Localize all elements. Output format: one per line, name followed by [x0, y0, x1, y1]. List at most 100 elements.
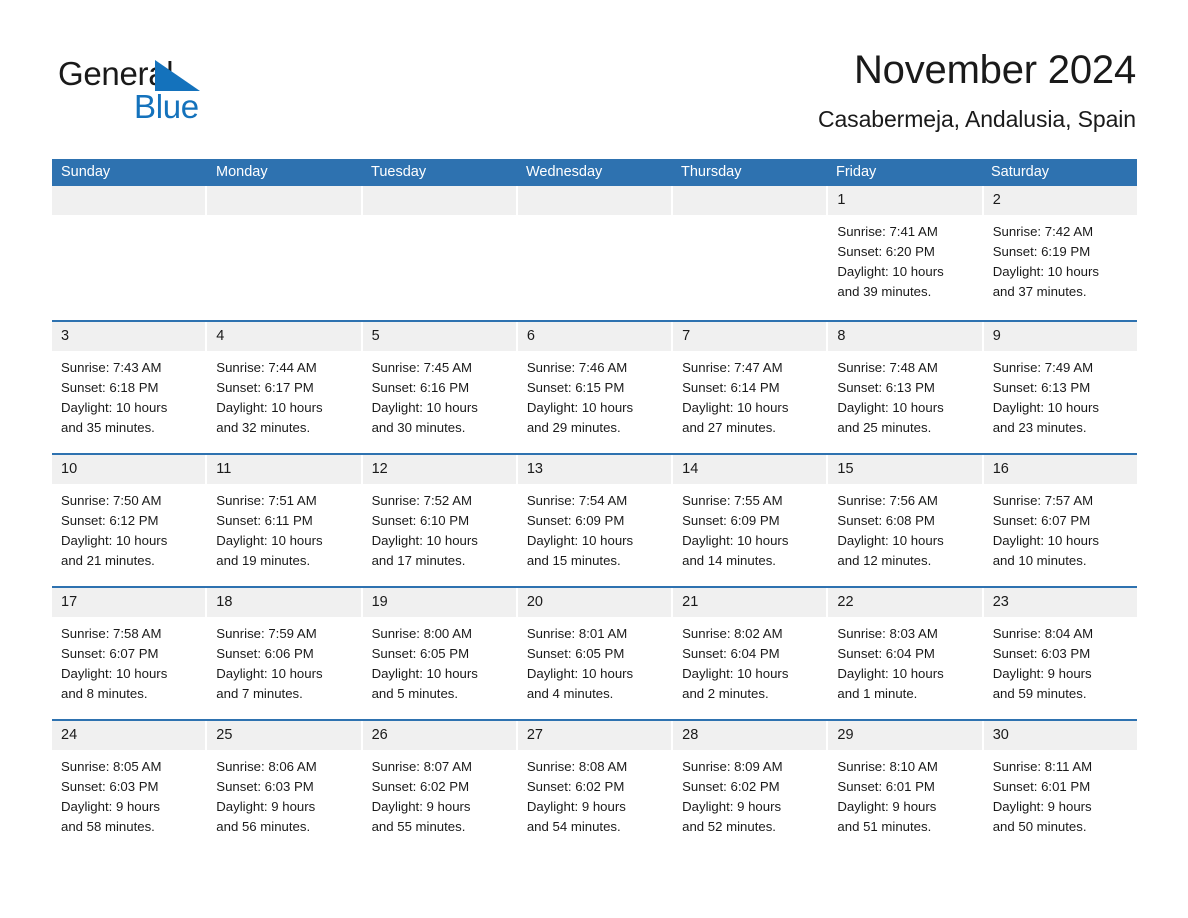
calendar-day-cell[interactable]: 22 Sunrise: 8:03 AM Sunset: 6:04 PM Dayligh…	[828, 588, 984, 719]
day-number-band: 12	[362, 455, 516, 484]
daylight-text-line2: and 12 minutes.	[837, 553, 932, 568]
calendar-day-cell[interactable]: 20 Sunrise: 8:01 AM Sunset: 6:05 PM Dayligh…	[517, 588, 674, 719]
day-number: 12	[371, 461, 388, 477]
sunset-text: Sunset: 6:08 PM	[837, 513, 935, 528]
daylight-text-line2: and 35 minutes.	[61, 420, 155, 435]
calendar-day-cell[interactable]: 18 Sunrise: 7:59 AM Sunset: 6:06 PM Dayligh…	[207, 588, 363, 719]
daylight-text-line2: and 52 minutes.	[682, 819, 776, 834]
generalblue-logo: General Blue	[58, 56, 278, 134]
daylight-text-line1: Daylight: 9 hours	[992, 666, 1092, 681]
day-details: Sunrise: 7:52 AM Sunset: 6:10 PM Daylight:…	[363, 484, 516, 571]
calendar-day-cell[interactable]: 2 Sunrise: 7:42 AM Sunset: 6:19 PM Daylight…	[983, 186, 1137, 320]
sunset-text: Sunset: 6:02 PM	[526, 779, 625, 794]
calendar-day-cell[interactable]: 30 Sunrise: 8:11 AM Sunset: 6:01 PM Dayligh…	[983, 721, 1137, 852]
calendar-day-cell[interactable]: 6 Sunrise: 7:46 AM Sunset: 6:15 PM Daylight…	[517, 322, 674, 453]
calendar-page: General Blue November 2024 Casabermeja, …	[0, 0, 1188, 918]
day-number: 14	[682, 461, 699, 477]
calendar-day-cell[interactable]: 9 Sunrise: 7:49 AM Sunset: 6:13 PM Daylight…	[983, 322, 1137, 453]
sunrise-text: Sunrise: 7:54 AM	[526, 493, 628, 508]
calendar-day-cell[interactable]: 29 Sunrise: 8:10 AM Sunset: 6:01 PM Dayligh…	[828, 721, 984, 852]
day-number: 20	[526, 594, 543, 610]
sunset-text: Sunset: 6:18 PM	[61, 380, 159, 395]
sunrise-text: Sunrise: 8:06 AM	[216, 759, 317, 774]
calendar-day-cell[interactable]: 16 Sunrise: 7:57 AM Sunset: 6:07 PM Dayligh…	[983, 455, 1137, 586]
calendar-day-cell[interactable]: 3 Sunrise: 7:43 AM Sunset: 6:18 PM Daylight…	[52, 322, 208, 453]
day-number: 28	[682, 727, 699, 743]
calendar-day-cell[interactable]: 27 Sunrise: 8:08 AM Sunset: 6:02 PM Dayligh…	[517, 721, 674, 852]
weekday-header-tuesday: Tuesday	[371, 164, 427, 180]
sunset-text: Sunset: 6:03 PM	[61, 779, 159, 794]
day-number: 6	[526, 328, 535, 344]
calendar-day-cell[interactable]: 12 Sunrise: 7:52 AM Sunset: 6:10 PM Dayligh…	[362, 455, 518, 586]
daylight-text-line1: Daylight: 9 hours	[61, 799, 160, 814]
day-number-band: 26	[362, 721, 516, 750]
day-number-band: 13	[517, 455, 672, 484]
daylight-text-line1: Daylight: 10 hours	[216, 666, 323, 681]
calendar-day-cell[interactable]: 19 Sunrise: 8:00 AM Sunset: 6:05 PM Dayligh…	[362, 588, 518, 719]
sunset-text: Sunset: 6:13 PM	[992, 380, 1091, 395]
calendar-day-cell[interactable]: 17 Sunrise: 7:58 AM Sunset: 6:07 PM Dayligh…	[52, 588, 208, 719]
calendar-week-row: 24 Sunrise: 8:05 AM Sunset: 6:03 PM Dayligh…	[52, 719, 1137, 852]
sunset-text: Sunset: 6:06 PM	[216, 646, 314, 661]
day-number-band	[52, 186, 206, 215]
sunset-text: Sunset: 6:11 PM	[216, 513, 313, 528]
calendar-day-cell[interactable]: 25 Sunrise: 8:06 AM Sunset: 6:03 PM Dayligh…	[207, 721, 363, 852]
calendar-day-cell[interactable]: 4 Sunrise: 7:44 AM Sunset: 6:17 PM Daylight…	[207, 322, 363, 453]
day-details: Sunrise: 7:41 AM Sunset: 6:20 PM Daylight:…	[828, 215, 981, 302]
day-number-band: 18	[207, 588, 361, 617]
day-details: Sunrise: 7:56 AM Sunset: 6:08 PM Daylight:…	[828, 484, 981, 571]
day-number: 11	[216, 461, 232, 477]
calendar-day-cell[interactable]: 21 Sunrise: 8:02 AM Sunset: 6:04 PM Dayligh…	[673, 588, 829, 719]
daylight-text-line1: Daylight: 10 hours	[371, 666, 478, 681]
calendar-day-cell[interactable]: 5 Sunrise: 7:45 AM Sunset: 6:16 PM Daylight…	[362, 322, 518, 453]
calendar-day-cell[interactable]: 26 Sunrise: 8:07 AM Sunset: 6:02 PM Dayligh…	[362, 721, 518, 852]
daylight-text-line2: and 59 minutes.	[992, 686, 1087, 701]
calendar-day-cell[interactable]: 8 Sunrise: 7:48 AM Sunset: 6:13 PM Daylight…	[828, 322, 984, 453]
daylight-text-line2: and 10 minutes.	[992, 553, 1087, 568]
day-details: Sunrise: 7:42 AM Sunset: 6:19 PM Daylight:…	[984, 215, 1137, 302]
logo-triangle-icon	[155, 60, 200, 91]
day-number: 2	[992, 192, 1001, 208]
sunset-text: Sunset: 6:02 PM	[682, 779, 780, 794]
calendar-day-cell[interactable]: 7 Sunrise: 7:47 AM Sunset: 6:14 PM Daylight…	[673, 322, 829, 453]
calendar-week-row: 1 Sunrise: 7:41 AM Sunset: 6:20 PM Daylight…	[52, 186, 1137, 320]
calendar-day-cell[interactable]: 28 Sunrise: 8:09 AM Sunset: 6:02 PM Dayligh…	[673, 721, 829, 852]
daylight-text-line1: Daylight: 9 hours	[526, 799, 626, 814]
calendar-day-cell[interactable]: 14 Sunrise: 7:55 AM Sunset: 6:09 PM Dayligh…	[673, 455, 829, 586]
calendar-day-cell-empty	[517, 186, 674, 320]
sunrise-text: Sunrise: 7:52 AM	[371, 493, 472, 508]
day-number-band: 10	[52, 455, 206, 484]
daylight-text-line1: Daylight: 9 hours	[371, 799, 471, 814]
sunrise-text: Sunrise: 7:41 AM	[837, 224, 938, 239]
day-details: Sunrise: 8:01 AM Sunset: 6:05 PM Daylight:…	[518, 617, 671, 704]
daylight-text-line1: Daylight: 9 hours	[992, 799, 1092, 814]
daylight-text-line1: Daylight: 10 hours	[371, 533, 478, 548]
calendar-day-cell[interactable]: 23 Sunrise: 8:04 AM Sunset: 6:03 PM Dayligh…	[983, 588, 1137, 719]
day-number-band: 28	[673, 721, 827, 750]
day-number-band: 30	[983, 721, 1137, 750]
day-details: Sunrise: 7:58 AM Sunset: 6:07 PM Daylight:…	[52, 617, 205, 704]
calendar-day-cell[interactable]: 15 Sunrise: 7:56 AM Sunset: 6:08 PM Dayligh…	[828, 455, 984, 586]
sunrise-text: Sunrise: 8:09 AM	[682, 759, 783, 774]
calendar-day-cell[interactable]: 13 Sunrise: 7:54 AM Sunset: 6:09 PM Dayligh…	[517, 455, 674, 586]
daylight-text-line2: and 19 minutes.	[216, 553, 311, 568]
sunset-text: Sunset: 6:10 PM	[371, 513, 470, 528]
sunset-text: Sunset: 6:03 PM	[216, 779, 314, 794]
day-number: 29	[837, 727, 854, 743]
calendar-day-cell[interactable]: 1 Sunrise: 7:41 AM Sunset: 6:20 PM Daylight…	[828, 186, 984, 320]
calendar-week-row: 10 Sunrise: 7:50 AM Sunset: 6:12 PM Dayligh…	[52, 453, 1137, 586]
day-number: 13	[526, 461, 543, 477]
daylight-text-line2: and 39 minutes.	[837, 284, 932, 299]
sunset-text: Sunset: 6:20 PM	[837, 244, 935, 259]
daylight-text-line2: and 27 minutes.	[682, 420, 776, 435]
day-number-band: 21	[673, 588, 827, 617]
calendar-day-cell[interactable]: 11 Sunrise: 7:51 AM Sunset: 6:11 PM Dayligh…	[207, 455, 363, 586]
day-number-band: 4	[207, 322, 361, 351]
weekday-header-thursday: Thursday	[681, 164, 742, 180]
calendar-day-cell[interactable]: 24 Sunrise: 8:05 AM Sunset: 6:03 PM Dayligh…	[52, 721, 208, 852]
sunrise-text: Sunrise: 7:45 AM	[371, 360, 472, 375]
sunset-text: Sunset: 6:17 PM	[216, 380, 314, 395]
sunrise-text: Sunrise: 8:02 AM	[682, 626, 783, 641]
calendar-day-cell[interactable]: 10 Sunrise: 7:50 AM Sunset: 6:12 PM Dayligh…	[52, 455, 208, 586]
sunrise-text: Sunrise: 8:10 AM	[837, 759, 938, 774]
